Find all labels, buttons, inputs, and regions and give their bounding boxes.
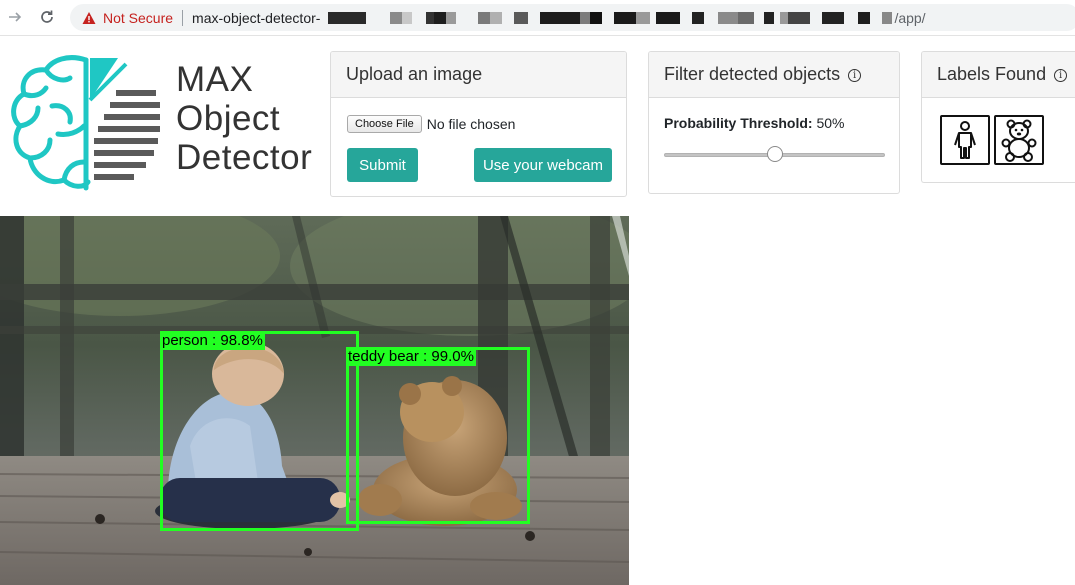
threshold-readout: Probability Threshold: 50% <box>664 115 845 131</box>
upload-card: Upload an image Choose File No file chos… <box>330 51 627 197</box>
detection-box-teddy-bear <box>346 347 530 524</box>
threshold-slider-thumb[interactable] <box>766 146 783 162</box>
filter-card: Filter detected objects i Probability Th… <box>648 51 900 194</box>
threshold-label: Probability Threshold: <box>664 115 813 131</box>
file-input[interactable]: Choose File No file chosen <box>347 115 515 133</box>
detection-box-person <box>160 331 359 531</box>
filter-card-title: Filter detected objects <box>664 64 841 84</box>
labels-card: Labels Found i <box>921 51 1075 183</box>
logo-wordmark: MAX Object Detector <box>176 60 312 177</box>
file-status: No file chosen <box>426 116 516 132</box>
warning-icon <box>82 11 96 24</box>
person-icon[interactable] <box>940 115 990 165</box>
annotated-image: person : 98.8% teddy bear : 99.0% <box>0 216 629 585</box>
labels-card-header: Labels Found i <box>922 52 1075 98</box>
browser-toolbar: Not Secure max-object-detector- /app/ <box>0 0 1075 36</box>
submit-button[interactable]: Submit <box>347 148 418 182</box>
redacted-url-segment <box>320 11 893 25</box>
teddy-bear-icon[interactable] <box>994 115 1044 165</box>
brain-logo-icon <box>11 55 160 191</box>
detection-label-teddy-bear: teddy bear : 99.0% <box>346 347 476 366</box>
info-icon[interactable]: i <box>1054 69 1068 82</box>
address-bar[interactable]: Not Secure max-object-detector- /app/ <box>70 4 1075 31</box>
labels-card-title: Labels Found <box>937 64 1047 84</box>
choose-file-button[interactable]: Choose File <box>347 115 422 133</box>
detection-label-person: person : 98.8% <box>160 331 265 350</box>
webcam-button[interactable]: Use your webcam <box>474 148 612 182</box>
logo-line-object: Object <box>176 99 281 138</box>
upload-card-title: Upload an image <box>331 52 626 98</box>
max-logo: MAX Object Detector <box>8 54 318 194</box>
reload-icon[interactable] <box>36 6 58 28</box>
url-path: /app/ <box>894 9 926 26</box>
forward-arrow-icon[interactable] <box>4 6 26 28</box>
info-icon[interactable]: i <box>848 69 862 82</box>
threshold-value: 50% <box>816 115 845 131</box>
logo-line-max: MAX <box>176 60 254 99</box>
url-host: max-object-detector- <box>192 9 321 26</box>
filter-card-header: Filter detected objects i <box>649 52 899 98</box>
logo-line-detector: Detector <box>176 138 313 177</box>
address-divider <box>182 9 184 26</box>
security-status: Not Secure <box>103 9 174 26</box>
